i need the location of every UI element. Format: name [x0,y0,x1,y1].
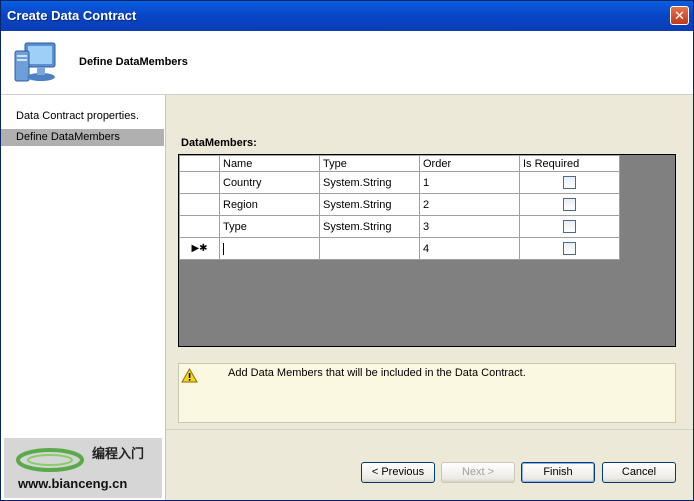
swoosh-logo-icon [16,448,84,472]
watermark-logo: 编程入门 www.bianceng.cn [4,438,162,498]
is-required-checkbox[interactable] [563,242,576,255]
cell-order[interactable]: 4 [419,237,520,260]
cell-is-required [519,193,620,216]
next-button[interactable]: Next > [441,462,515,483]
row-header-corner [179,155,220,172]
wizard-sidebar: Data Contract properties. Define DataMem… [1,95,166,500]
cell-type[interactable]: System.String [319,171,420,194]
row-header[interactable] [179,193,220,216]
cell-name[interactable]: Country [219,171,320,194]
datamembers-grid[interactable]: Name Type Order Is Required Country Syst… [178,154,676,347]
column-header-name[interactable]: Name [219,155,320,172]
divider [166,429,693,430]
info-message: Add Data Members that will be included i… [228,367,526,379]
table-row: Country System.String 1 [179,171,620,194]
is-required-checkbox[interactable] [563,198,576,211]
cell-name[interactable]: Region [219,193,320,216]
is-required-checkbox[interactable] [563,220,576,233]
table-row: Type System.String 3 [179,215,620,238]
info-panel: Add Data Members that will be included i… [178,363,676,423]
is-required-checkbox[interactable] [563,176,576,189]
cell-name[interactable]: Type [219,215,320,238]
page-title: Define DataMembers [79,56,188,68]
datamembers-label: DataMembers: [181,137,257,149]
table-row: Region System.String 2 [179,193,620,216]
sidebar-item-define-datamembers[interactable]: Define DataMembers [1,129,164,146]
cell-is-required [519,215,620,238]
sidebar-item-properties[interactable]: Data Contract properties. [1,108,164,125]
watermark-text: 编程入门 [92,446,145,461]
finish-button[interactable]: Finish [521,462,595,483]
column-header-order[interactable]: Order [419,155,520,172]
cell-type[interactable]: System.String [319,193,420,216]
column-header-type[interactable]: Type [319,155,420,172]
cell-order[interactable]: 3 [419,215,520,238]
wizard-header: Define DataMembers [1,31,693,95]
text-cursor [223,242,224,255]
title-bar: Create Data Contract ✕ [1,1,693,31]
window-title: Create Data Contract [7,8,137,23]
close-button[interactable]: ✕ [670,6,689,25]
watermark-url: www.bianceng.cn [18,476,128,491]
new-row: ▶✱ 4 [179,237,620,260]
cell-type[interactable]: System.String [319,215,420,238]
cell-order[interactable]: 1 [419,171,520,194]
create-data-contract-window: Create Data Contract ✕ Define DataMember… [0,0,694,501]
previous-button[interactable]: < Previous [361,462,435,483]
cell-is-required [519,237,620,260]
datamembers-table: Name Type Order Is Required Country Syst… [179,155,620,260]
table-header-row: Name Type Order Is Required [179,155,620,172]
cell-order[interactable]: 2 [419,193,520,216]
warning-icon [181,368,198,383]
column-header-is-required[interactable]: Is Required [519,155,620,172]
cell-is-required [519,171,620,194]
row-header[interactable] [179,215,220,238]
cell-type[interactable] [319,237,420,260]
cancel-button[interactable]: Cancel [602,462,676,483]
new-row-marker-icon: ▶✱ [179,237,220,260]
computer-icon [14,42,56,82]
wizard-content: DataMembers: Name Type Order Is Required… [166,95,693,500]
cell-name-editing[interactable] [219,237,320,260]
row-header[interactable] [179,171,220,194]
